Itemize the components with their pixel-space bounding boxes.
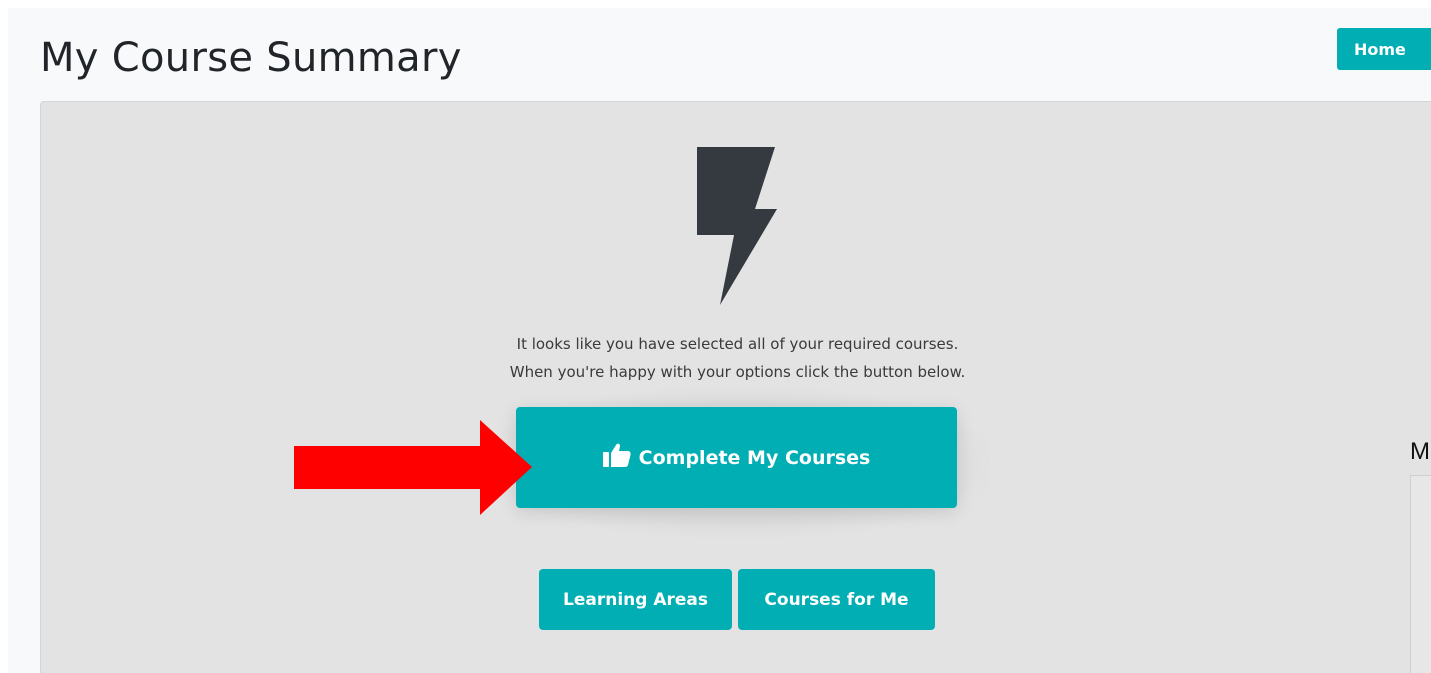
red-arrow-icon xyxy=(294,420,532,515)
learning-areas-button[interactable]: Learning Areas xyxy=(539,569,732,630)
thumbs-up-icon xyxy=(602,443,631,467)
courses-for-me-button[interactable]: Courses for Me xyxy=(738,569,935,630)
home-button[interactable]: Home xyxy=(1337,28,1431,70)
message-line-2: When you're happy with your options clic… xyxy=(509,363,966,381)
complete-my-courses-button[interactable]: Complete My Courses xyxy=(516,407,957,508)
lightning-bolt-icon xyxy=(697,147,777,305)
complete-my-courses-label: Complete My Courses xyxy=(638,446,871,469)
secondary-actions: Learning Areas Courses for Me xyxy=(539,569,935,630)
page-title: My Course Summary xyxy=(40,35,462,81)
side-panel-heading: M xyxy=(1410,438,1430,465)
message-line-1: It looks like you have selected all of y… xyxy=(516,335,959,353)
selection-complete-message: It looks like you have selected all of y… xyxy=(400,330,1075,386)
side-panel xyxy=(1410,475,1431,673)
